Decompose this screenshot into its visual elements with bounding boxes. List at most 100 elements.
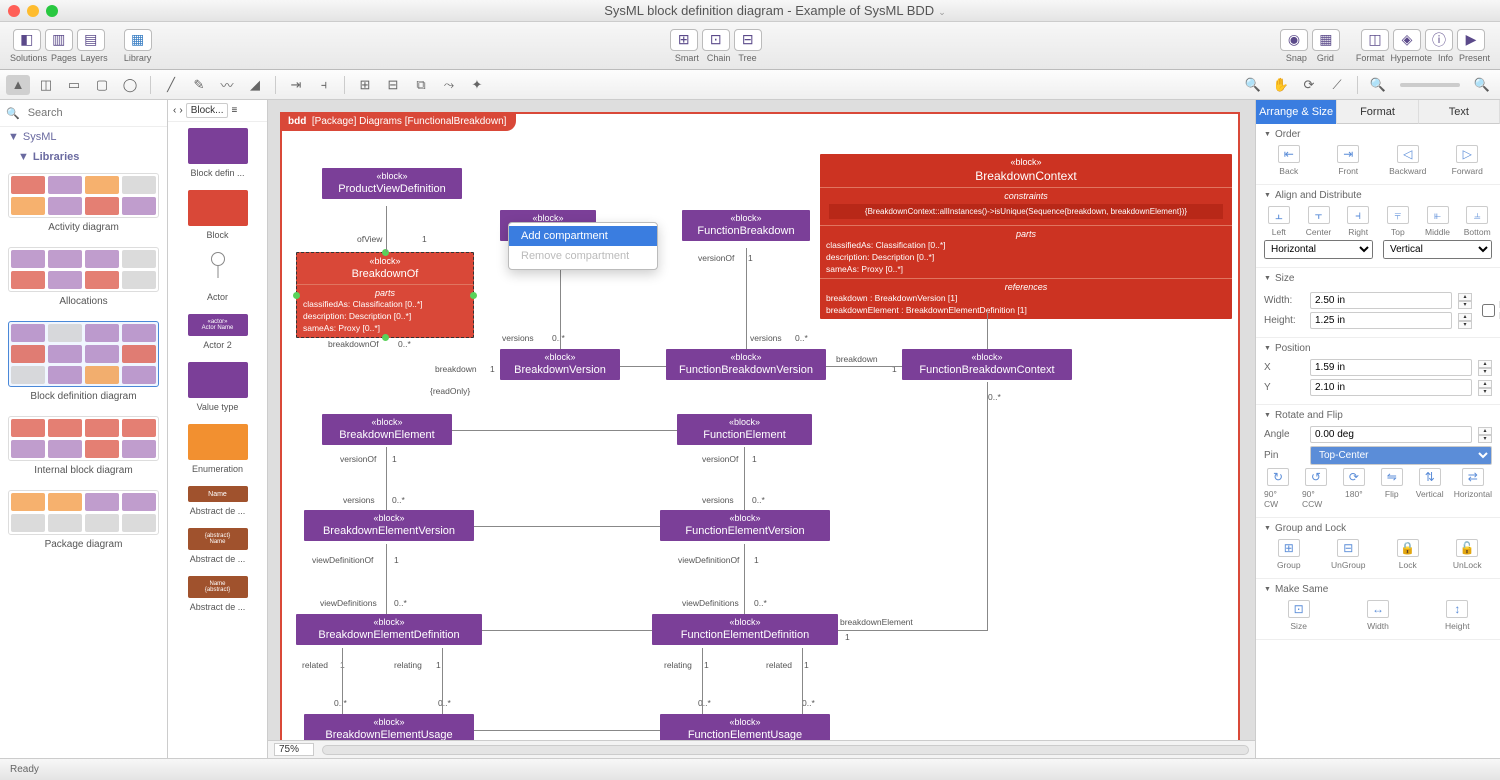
stencil-abstract2[interactable]: {abstract}NameAbstract de ... — [168, 522, 267, 570]
btn-180[interactable]: ⟳180° — [1340, 468, 1368, 509]
btn-same-size[interactable]: ⊡Size — [1264, 600, 1333, 631]
format-button[interactable]: ◫ — [1361, 29, 1389, 51]
btn-front[interactable]: ⇥Front — [1324, 145, 1374, 176]
block-function-breakdown[interactable]: «block» FunctionBreakdown — [682, 210, 810, 241]
block-function-element-usage[interactable]: «block»FunctionElementUsage — [660, 714, 830, 740]
zoom-select[interactable]: 75% — [274, 743, 314, 756]
distribute-h[interactable]: Horizontal — [1264, 240, 1373, 259]
zoom-tool[interactable]: 🔍 — [1241, 75, 1265, 95]
stencil-block[interactable]: Block — [168, 184, 267, 246]
align-tool[interactable]: ⇥ — [284, 75, 308, 95]
block-breakdown-context[interactable]: «block» BreakdownContext constraints {Br… — [820, 154, 1232, 319]
block-function-breakdown-version[interactable]: «block»FunctionBreakdownVersion — [666, 349, 826, 380]
block-function-element-definition[interactable]: «block»FunctionElementDefinition — [652, 614, 838, 645]
block-breakdown-version[interactable]: «block»BreakdownVersion — [500, 349, 620, 380]
btn-top[interactable]: ⫧Top — [1383, 206, 1413, 237]
pointer-tool[interactable]: ▲ — [6, 75, 30, 95]
block-breakdown-element-usage[interactable]: «block»BreakdownElementUsage — [304, 714, 474, 740]
connect-tool[interactable]: ⤳ — [437, 75, 461, 95]
width-input[interactable] — [1310, 292, 1452, 309]
distribute-v[interactable]: Vertical — [1383, 240, 1492, 259]
block-breakdown-element-version[interactable]: «block»BreakdownElementVersion — [304, 510, 474, 541]
stencil-breadcrumb[interactable]: Block... — [186, 103, 229, 118]
pan-tool[interactable]: ✋ — [1269, 75, 1293, 95]
stencil-actor[interactable]: Actor — [168, 246, 267, 308]
btn-right[interactable]: ⫞Right — [1343, 206, 1373, 237]
sidebar-root[interactable]: ▼ SysML — [0, 127, 167, 147]
block-breakdown-of[interactable]: «block» BreakdownOf parts classifiedAs: … — [296, 252, 474, 338]
zoom-slider[interactable] — [1400, 83, 1460, 87]
btn-bottom[interactable]: ⫨Bottom — [1462, 206, 1492, 237]
block-product-view-definition[interactable]: «block» ProductViewDefinition — [322, 168, 462, 199]
close-icon[interactable] — [8, 5, 20, 17]
x-input[interactable] — [1310, 359, 1472, 376]
grid-button[interactable]: ▦ — [1312, 29, 1340, 51]
tab-format[interactable]: Format — [1337, 100, 1418, 124]
btn-group[interactable]: ⊞Group — [1264, 539, 1314, 570]
btn-middle[interactable]: ⫦Middle — [1423, 206, 1453, 237]
group-tool[interactable]: ⊞ — [353, 75, 377, 95]
btn-flipv[interactable]: ⇅Vertical — [1416, 468, 1444, 509]
btn-back[interactable]: ⇤Back — [1264, 145, 1314, 176]
stencil-block-defin[interactable]: Block defin ... — [168, 122, 267, 184]
btn-left[interactable]: ⫠Left — [1264, 206, 1294, 237]
arrange-tool[interactable]: ⧉ — [409, 75, 433, 95]
line-tool[interactable]: ╱ — [159, 75, 183, 95]
pages-button[interactable]: ▥ — [45, 29, 73, 51]
menu-remove-compartment[interactable]: Remove compartment — [509, 246, 657, 266]
btn-same-width[interactable]: ↔Width — [1343, 600, 1412, 631]
canvas-scroll[interactable]: bdd bdd [Package] Diagrams [FunctionalBr… — [268, 100, 1255, 740]
roundrect-tool[interactable]: ▢ — [90, 75, 114, 95]
block-function-element-version[interactable]: «block»FunctionElementVersion — [660, 510, 830, 541]
block-breakdown-element-definition[interactable]: «block»BreakdownElementDefinition — [296, 614, 482, 645]
curve-tool[interactable]: 〰 — [215, 75, 239, 95]
snap-button[interactable]: ◉ — [1280, 29, 1308, 51]
block-breakdown-element[interactable]: «block»BreakdownElement — [322, 414, 452, 445]
height-input[interactable] — [1310, 312, 1452, 329]
btn-center[interactable]: ⫟Center — [1304, 206, 1334, 237]
y-input[interactable] — [1310, 379, 1472, 396]
menu-add-compartment[interactable]: Add compartment — [509, 226, 657, 246]
btn-90ccw[interactable]: ↺90° CCW — [1302, 468, 1330, 509]
diagram-canvas[interactable]: bdd bdd [Package] Diagrams [FunctionalBr… — [280, 112, 1240, 740]
stencil-abstract3[interactable]: Name{abstract}Abstract de ... — [168, 570, 267, 618]
lib-internal-block[interactable]: Internal block diagram — [0, 410, 167, 484]
stencil-abstract1[interactable]: NameAbstract de ... — [168, 480, 267, 522]
stencil-valuetype[interactable]: Value type — [168, 356, 267, 418]
chevron-down-icon[interactable]: ⌄ — [938, 7, 946, 17]
hypernote-button[interactable]: ◈ — [1393, 29, 1421, 51]
lock-proportions[interactable]: Lock Proportions — [1482, 289, 1500, 332]
rotate-tool[interactable]: ⟳ — [1297, 75, 1321, 95]
spray-tool[interactable]: ✦ — [465, 75, 489, 95]
zoomout-icon[interactable]: 🔍 — [1366, 75, 1390, 95]
lib-activity-diagram[interactable]: Activity diagram — [0, 167, 167, 241]
minimize-icon[interactable] — [27, 5, 39, 17]
stencil-actor2[interactable]: «actor»Actor NameActor 2 — [168, 308, 267, 356]
btn-backward[interactable]: ◁Backward — [1383, 145, 1433, 176]
block-function-element[interactable]: «block»FunctionElement — [677, 414, 812, 445]
lib-package-diagram[interactable]: Package diagram — [0, 484, 167, 558]
pin-select[interactable]: Top-Center — [1310, 446, 1492, 465]
library-button[interactable]: ▦ — [124, 29, 152, 51]
solutions-button[interactable]: ◧ — [13, 29, 41, 51]
btn-same-height[interactable]: ↕Height — [1423, 600, 1492, 631]
angle-input[interactable] — [1310, 426, 1472, 443]
lib-block-definition[interactable]: Block definition diagram — [0, 315, 167, 410]
sidebar-libraries[interactable]: ▼ Libraries — [0, 147, 167, 167]
stencil-enumeration[interactable]: Enumeration — [168, 418, 267, 480]
nav-back-icon[interactable]: ‹ — [173, 105, 176, 116]
layers-button[interactable]: ▤ — [77, 29, 105, 51]
tab-text[interactable]: Text — [1419, 100, 1500, 124]
rect-tool[interactable]: ▭ — [62, 75, 86, 95]
lib-allocations[interactable]: Allocations — [0, 241, 167, 315]
hscrollbar[interactable] — [322, 745, 1249, 755]
btn-fliph[interactable]: ⇄Horizontal — [1454, 468, 1492, 509]
zoomin-icon[interactable]: 🔍 — [1470, 75, 1494, 95]
eraser-tool[interactable]: ◢ — [243, 75, 267, 95]
btn-unlock[interactable]: 🔓UnLock — [1443, 539, 1493, 570]
present-button[interactable]: ▶ — [1457, 29, 1485, 51]
ungroup-tool[interactable]: ⊟ — [381, 75, 405, 95]
btn-flip[interactable]: ⇋Flip — [1378, 468, 1406, 509]
search-input[interactable] — [25, 104, 168, 122]
btn-ungroup[interactable]: ⊟UnGroup — [1324, 539, 1374, 570]
